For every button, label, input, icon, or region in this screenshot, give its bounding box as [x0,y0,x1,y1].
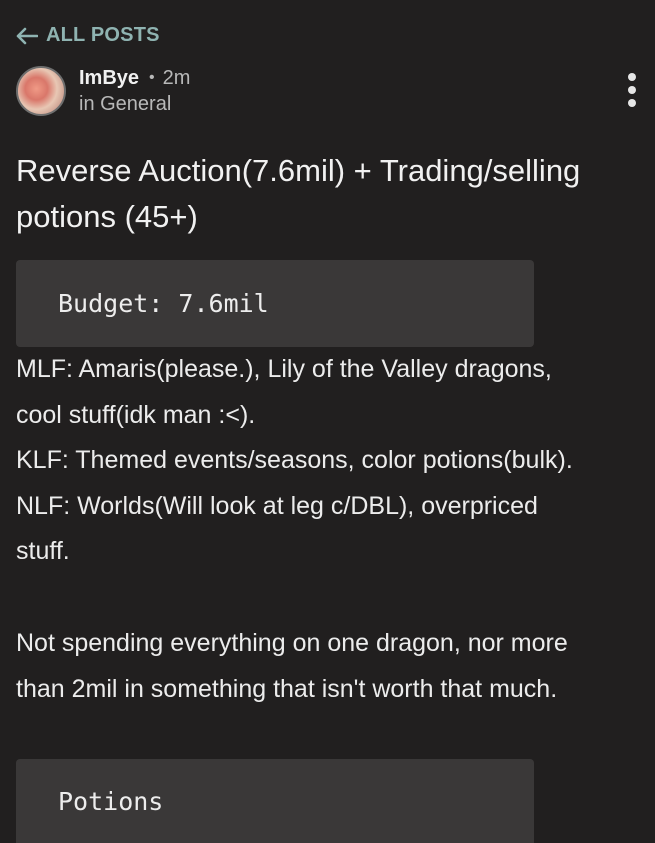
all-posts-link[interactable]: ALL POSTS [16,24,160,47]
body-line: than 2mil in something that isn't worth … [16,674,558,703]
post-time: 2m [162,67,191,89]
post-category[interactable]: in General [79,92,190,116]
post-title: Reverse Auction(7.6mil) + Trading/sellin… [16,153,581,234]
post-body-paragraph-2: Not spending everything on one dragon, n… [16,621,651,712]
more-options-button[interactable] [625,70,639,110]
all-posts-label: ALL POSTS [46,24,160,46]
body-line: stuff. [16,537,70,565]
post-meta: ImBye • 2m in General [79,66,190,116]
potions-code-block: Potions [16,759,534,843]
body-line: NLF: Worlds(Will look at leg c/DBL), ove… [16,491,538,520]
body-line: KLF: Themed events/seasons, color potion… [16,446,573,474]
author-name[interactable]: ImBye [79,67,139,89]
meta-separator: • [149,69,155,86]
arrow-left-icon [16,27,38,44]
body-line: MLF: Amaris(please.), Lily of the Valley… [16,355,552,383]
avatar[interactable] [16,66,66,116]
more-vertical-icon [628,73,636,107]
body-line: cool stuff(idk man :<). [16,400,256,429]
budget-code-block: Budget: 7.6mil [16,260,534,347]
post-header: ImBye • 2m in General [16,64,639,120]
post-body-paragraph-1: MLF: Amaris(please.), Lily of the Valley… [16,347,651,575]
body-line: Not spending everything on one dragon, n… [16,629,568,657]
